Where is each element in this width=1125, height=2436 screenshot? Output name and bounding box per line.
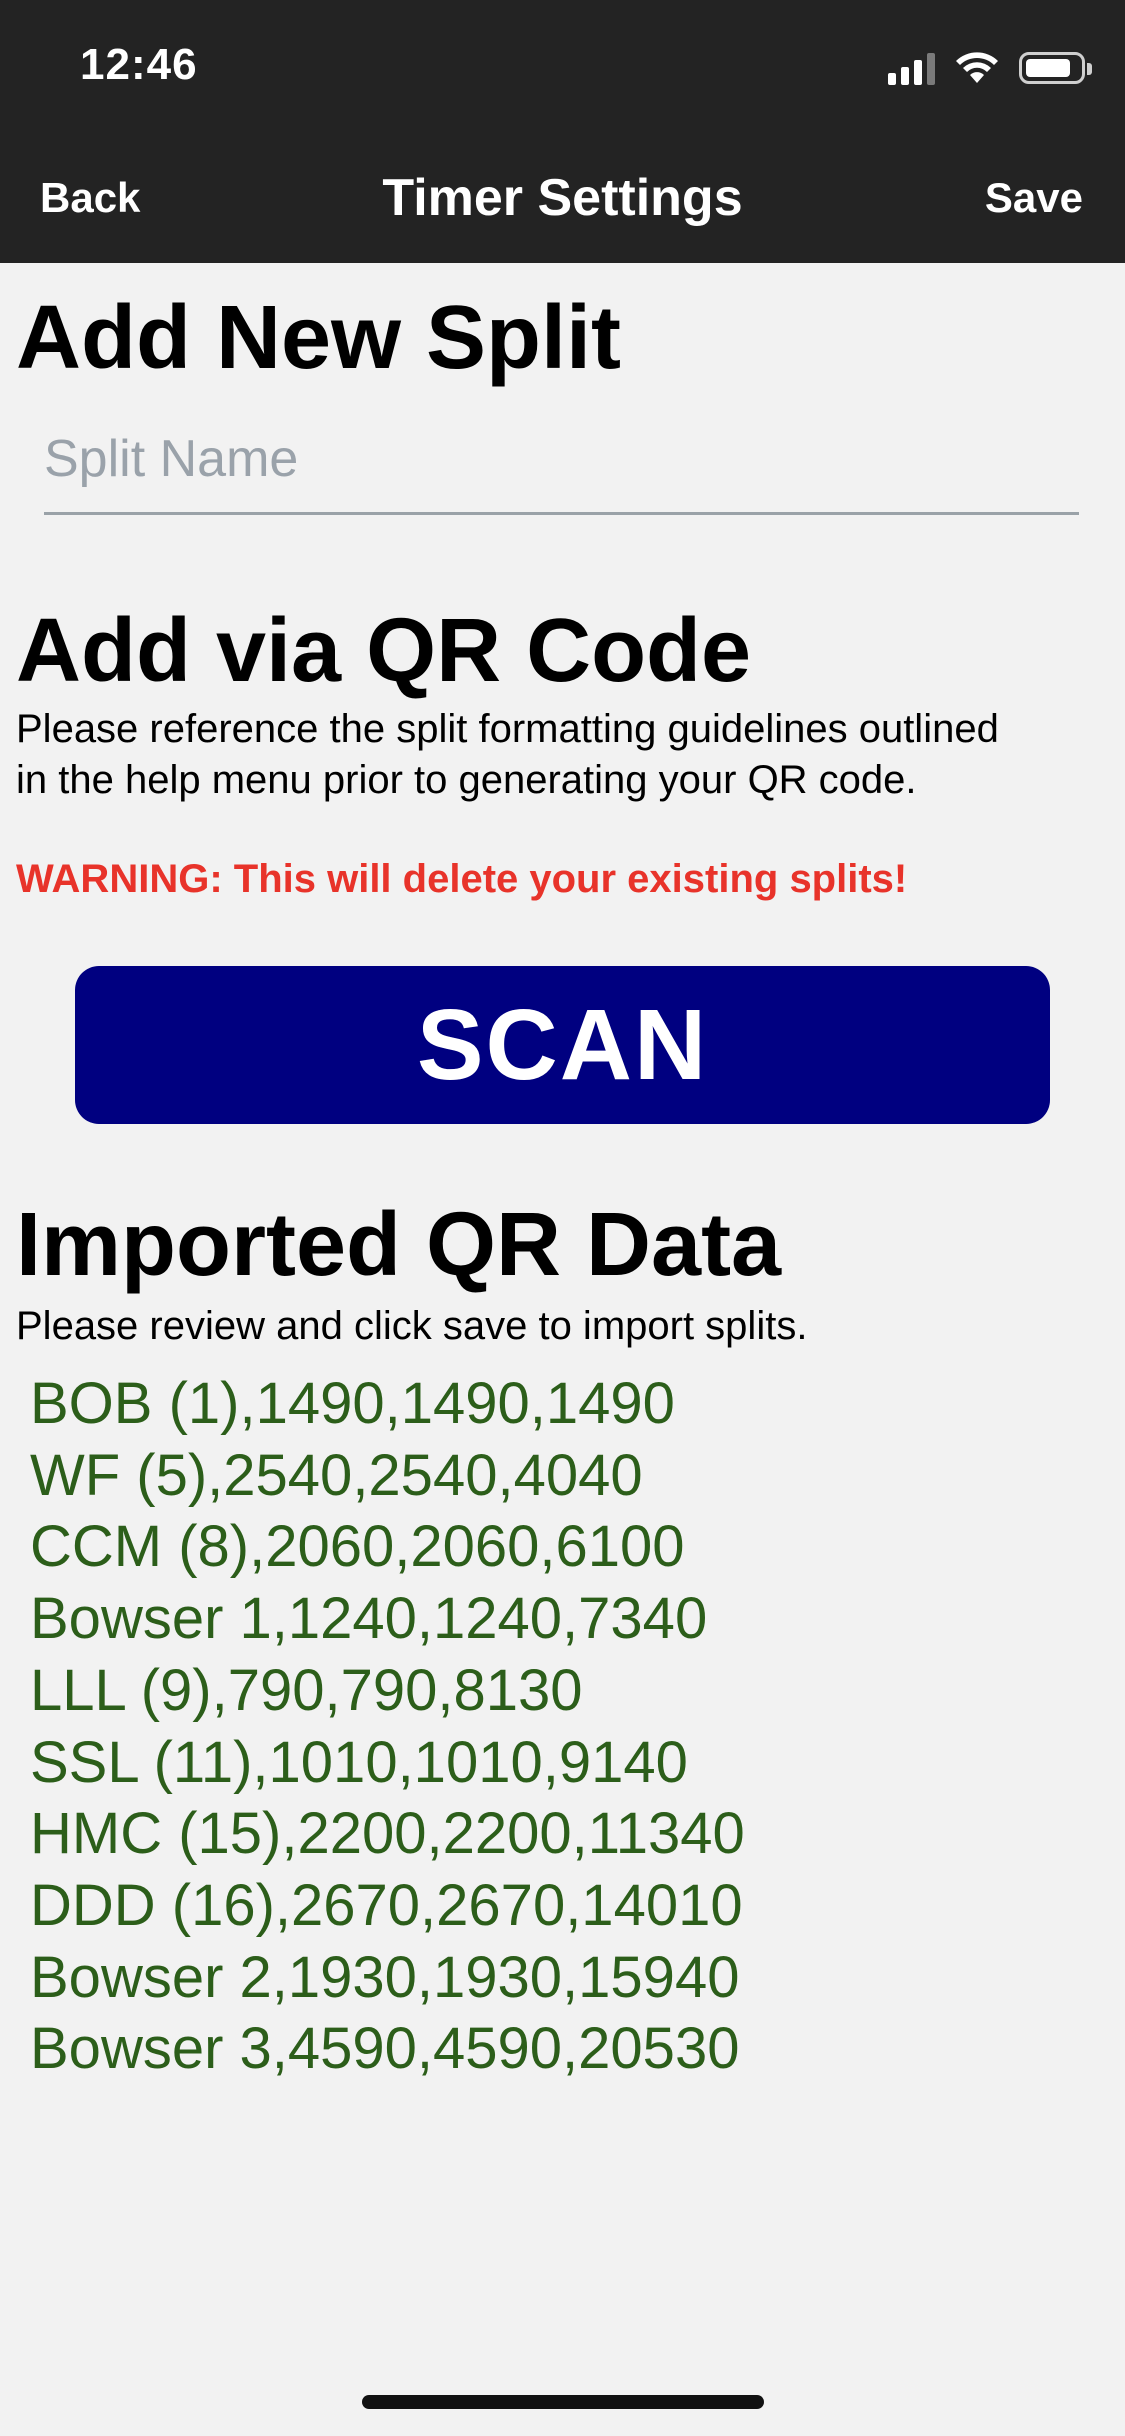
wifi-icon — [956, 52, 998, 83]
qr-description-line: Please reference the split formatting gu… — [16, 707, 999, 751]
split-name-input[interactable] — [44, 405, 1079, 515]
imported-splits-list: BOB (1),1490,1490,1490 WF (5),2540,2540,… — [30, 1368, 745, 2085]
list-item: Bowser 3,4590,4590,20530 — [30, 2016, 740, 2082]
scan-button[interactable]: SCAN — [75, 966, 1050, 1124]
list-item: CCM (8),2060,2060,6100 — [30, 1514, 685, 1580]
add-split-heading: Add New Split — [16, 288, 621, 388]
warning-text: WARNING: This will delete your existing … — [16, 857, 908, 901]
list-item: Bowser 1,1240,1240,7340 — [30, 1586, 708, 1652]
list-item: BOB (1),1490,1490,1490 — [30, 1371, 675, 1436]
qr-description-line: in the help menu prior to generating you… — [16, 758, 917, 802]
imported-description: Please review and click save to import s… — [16, 1304, 808, 1348]
cellular-signal-icon — [888, 51, 935, 85]
page-title: Timer Settings — [382, 169, 743, 227]
status-icons — [888, 48, 1092, 88]
list-item: LLL (9),790,790,8130 — [30, 1657, 583, 1723]
battery-icon — [1019, 52, 1092, 84]
list-item: HMC (15),2200,2200,11340 — [30, 1801, 745, 1867]
list-item: Bowser 2,1930,1930,15940 — [30, 1944, 740, 2010]
qr-section-heading: Add via QR Code — [16, 601, 752, 701]
home-indicator[interactable] — [362, 2395, 764, 2409]
list-item: SSL (11),1010,1010,9140 — [30, 1729, 688, 1795]
qr-description: Please reference the split formatting gu… — [16, 704, 1116, 806]
status-time: 12:46 — [80, 40, 198, 89]
list-item: DDD (16),2670,2670,14010 — [30, 1872, 743, 1938]
list-item: WF (5),2540,2540,4040 — [30, 1442, 643, 1508]
imported-heading: Imported QR Data — [16, 1195, 782, 1295]
save-button[interactable]: Save — [985, 174, 1083, 222]
header-bar: 12:46 Back Timer Settings Save — [0, 0, 1125, 263]
